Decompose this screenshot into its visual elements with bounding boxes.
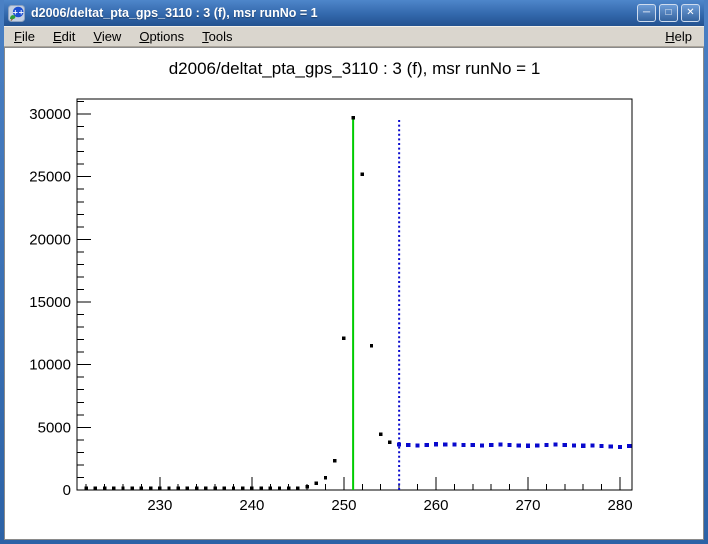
plot-area[interactable]: 230 240 250 260 270 280 0 5000 10000 15000 20000 25…: [4, 47, 704, 540]
menu-item-help[interactable]: Help: [657, 27, 702, 47]
svg-text:30000: 30000: [29, 106, 71, 123]
svg-text:240: 240: [239, 497, 264, 514]
close-icon: ✕: [686, 8, 694, 18]
window-controls: ─ □ ✕: [637, 4, 700, 22]
window-title: d2006/deltat_pta_gps_3110 : 3 (f), msr r…: [31, 6, 637, 20]
y-axis-ticks: [77, 102, 91, 478]
root-app-icon: ++: [8, 5, 25, 22]
svg-text:230: 230: [147, 497, 172, 514]
svg-text:25000: 25000: [29, 169, 71, 186]
root-canvas[interactable]: d2006/deltat_pta_gps_3110 : 3 (f), msr r…: [4, 47, 704, 540]
plot-frame: [77, 99, 632, 490]
series-theory: [397, 442, 631, 449]
y-axis-labels: 0 5000 10000 15000 20000 25000 30000: [29, 106, 71, 499]
series-data-histogram: [85, 116, 392, 490]
svg-text:0: 0: [63, 482, 71, 499]
menu-item-view[interactable]: View: [85, 27, 131, 47]
svg-text:260: 260: [423, 497, 448, 514]
maximize-icon: □: [665, 8, 671, 18]
svg-text:250: 250: [331, 497, 356, 514]
menubar: FileEditViewOptionsTools Help: [4, 26, 704, 47]
svg-text:20000: 20000: [29, 231, 71, 248]
svg-text:5000: 5000: [38, 419, 71, 436]
titlebar[interactable]: ++ d2006/deltat_pta_gps_3110 : 3 (f), ms…: [4, 0, 704, 26]
minimize-icon: ─: [643, 8, 650, 18]
menubar-left: FileEditViewOptionsTools: [6, 27, 243, 47]
menu-item-options[interactable]: Options: [131, 27, 194, 47]
menu-item-edit[interactable]: Edit: [45, 27, 85, 47]
root-canvas-window: ++ d2006/deltat_pta_gps_3110 : 3 (f), ms…: [0, 0, 708, 544]
menu-item-tools[interactable]: Tools: [194, 27, 242, 47]
svg-text:++: ++: [12, 8, 24, 16]
maximize-button[interactable]: □: [659, 4, 678, 22]
svg-text:270: 270: [515, 497, 540, 514]
svg-text:15000: 15000: [29, 294, 71, 311]
x-axis-labels: 230 240 250 260 270 280: [147, 497, 632, 514]
svg-text:10000: 10000: [29, 357, 71, 374]
menu-item-file[interactable]: File: [6, 27, 45, 47]
svg-text:280: 280: [608, 497, 633, 514]
minimize-button[interactable]: ─: [637, 4, 656, 22]
close-button[interactable]: ✕: [681, 4, 700, 22]
